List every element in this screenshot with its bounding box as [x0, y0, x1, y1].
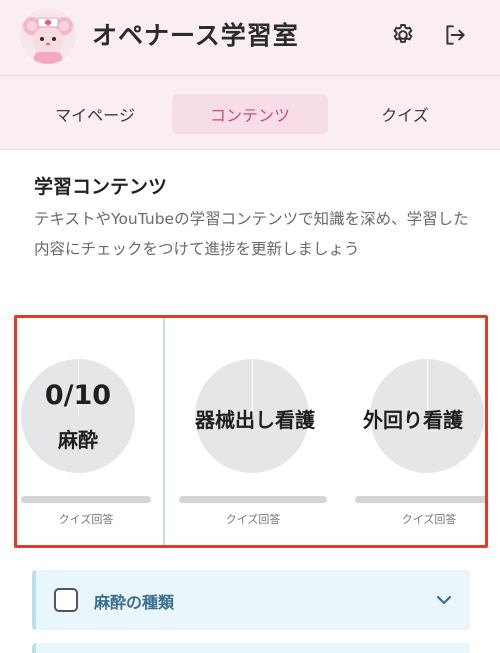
topic-item-partial[interactable] — [32, 643, 470, 653]
chevron-down-icon[interactable] — [434, 590, 454, 610]
logout-button[interactable] — [440, 20, 470, 50]
topic-item[interactable]: 麻酔の種類 — [32, 570, 470, 630]
progress-ring — [21, 359, 135, 473]
tab-contents[interactable]: コンテンツ — [172, 94, 328, 134]
quiz-progress-bar — [179, 496, 327, 503]
gear-icon — [393, 24, 413, 43]
card-caption: クイズ回答 — [401, 513, 457, 526]
avatar-image — [20, 8, 76, 64]
card-name: 麻酔 — [58, 428, 98, 452]
card-name: 外回り看護 — [363, 408, 463, 432]
card-name: 器械出し看護 — [195, 408, 315, 432]
card-caption: クイズ回答 — [225, 513, 281, 526]
logout-icon — [446, 25, 465, 45]
category-card-anesthesia[interactable]: 0/10 麻酔 クイズ回答 — [17, 318, 165, 545]
topic-checkbox[interactable] — [54, 588, 78, 612]
app-title: オペナース学習室 — [92, 21, 299, 50]
section-description: テキストやYouTubeの学習コンテンツで知識を深め、学習した内容にチェックをつ… — [34, 210, 469, 258]
quiz-progress-bar — [21, 496, 151, 503]
card-caption: クイズ回答 — [58, 513, 114, 526]
section-title: 学習コンテンツ — [34, 176, 168, 198]
nurse-mouse-avatar — [20, 8, 76, 64]
nav-tabs: マイページ コンテンツ クイズ — [0, 88, 500, 138]
category-card-scrub-nursing[interactable]: 器械出し看護 クイズ回答 — [167, 318, 343, 545]
quiz-progress-bar — [355, 496, 485, 503]
settings-button[interactable] — [388, 20, 418, 50]
card-score: 0/10 — [44, 380, 112, 411]
app-header: オペナース学習室 マイページ コンテンツ クイズ — [0, 0, 500, 150]
tab-mypage[interactable]: マイページ — [30, 94, 160, 134]
category-carousel: 0/10 麻酔 クイズ回答 器械出し看護 クイズ回答 外回り看護 クイズ回答 — [14, 315, 488, 548]
category-card-circulating-nursing[interactable]: 外回り看護 クイズ回答 — [343, 318, 485, 545]
tab-quiz[interactable]: クイズ — [340, 94, 470, 134]
topic-label: 麻酔の種類 — [94, 593, 175, 612]
top-bar: オペナース学習室 — [0, 0, 500, 76]
